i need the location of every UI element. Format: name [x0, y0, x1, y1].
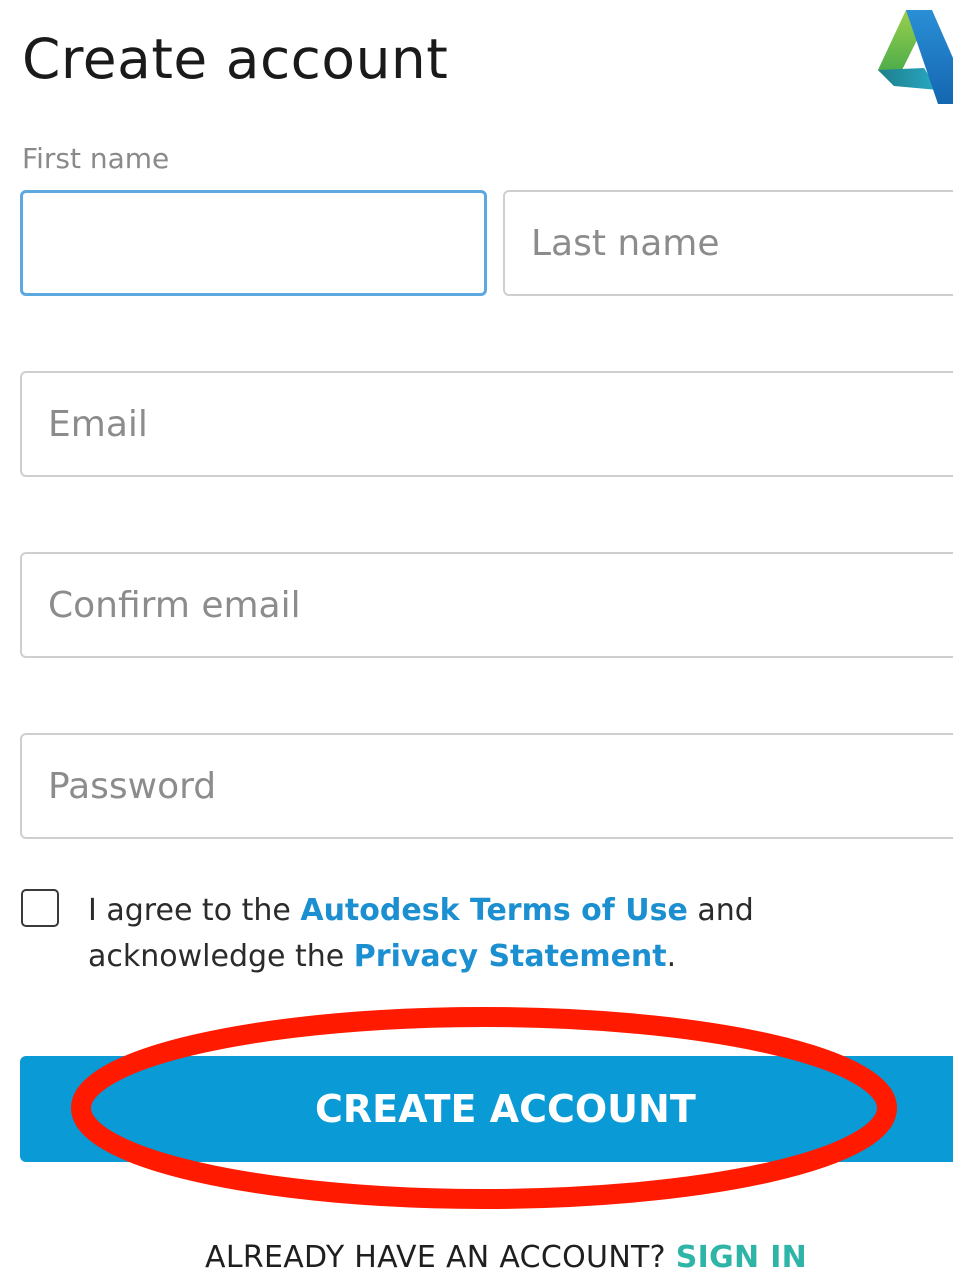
sign-in-link[interactable]: SIGN IN [676, 1240, 807, 1272]
page-title: Create account [22, 27, 449, 91]
create-account-page: Create account First name I agree to the… [0, 0, 953, 1272]
privacy-statement-link[interactable]: Privacy Statement [354, 939, 667, 974]
sign-in-row: ALREADY HAVE AN ACCOUNT? SIGN IN [205, 1238, 807, 1272]
password-input[interactable] [20, 733, 953, 839]
terms-of-use-link[interactable]: Autodesk Terms of Use [300, 893, 687, 928]
agreement-text-part-3: . [666, 939, 677, 974]
create-account-button[interactable]: CREATE ACCOUNT [20, 1056, 953, 1162]
autodesk-logo-icon [878, 10, 953, 104]
email-input[interactable] [20, 371, 953, 477]
first-name-input[interactable] [20, 190, 487, 296]
agreement-text-part-1: I agree to the [88, 893, 301, 928]
agreement-text: I agree to the Autodesk Terms of Use and… [88, 888, 938, 980]
first-name-label: First name [22, 142, 170, 175]
agreement-checkbox[interactable] [21, 889, 59, 927]
already-have-account-text: ALREADY HAVE AN ACCOUNT? [205, 1240, 676, 1272]
last-name-input[interactable] [503, 190, 953, 296]
confirm-email-input[interactable] [20, 552, 953, 658]
